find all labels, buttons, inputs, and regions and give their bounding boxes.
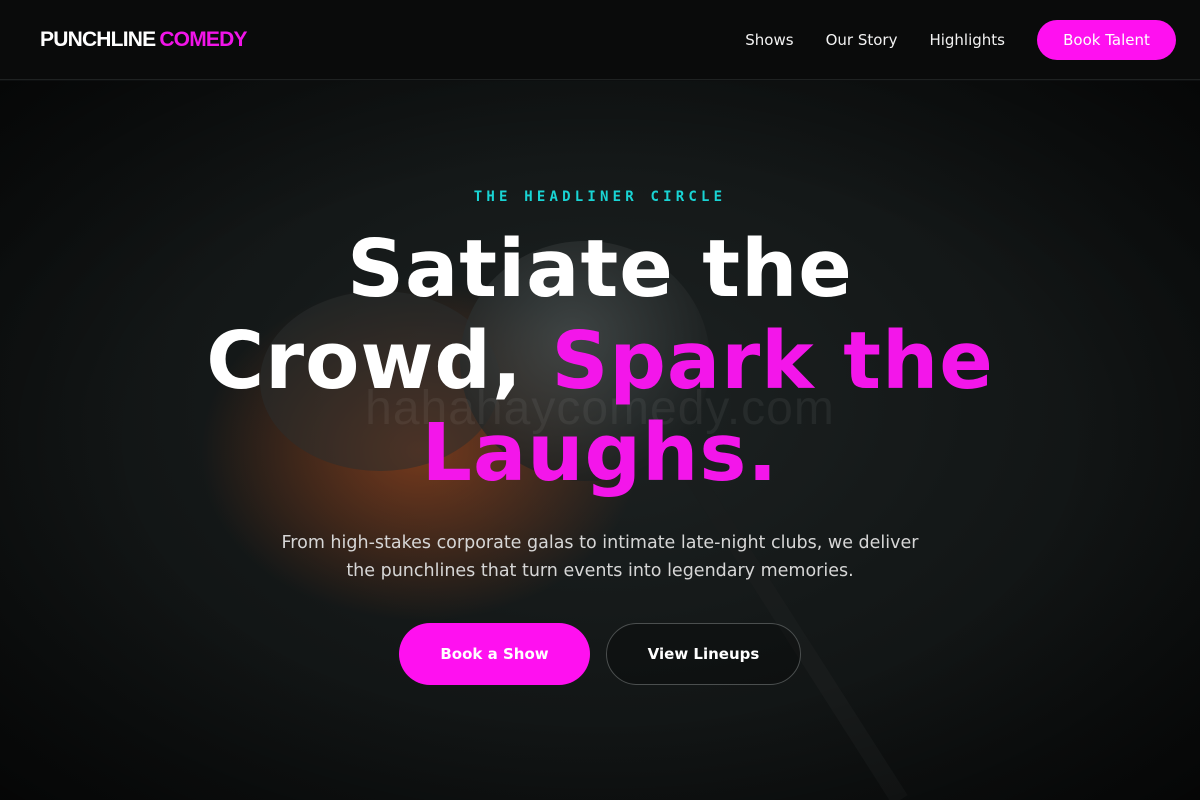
- book-a-show-button[interactable]: Book a Show: [399, 623, 590, 685]
- hero-content: THE HEADLINER CIRCLE Satiate the Crowd, …: [0, 81, 1200, 800]
- headline-line-1: Satiate the: [347, 223, 853, 315]
- brand-logo-word-1: PUNCHLINE: [40, 27, 156, 51]
- top-navbar: PUNCHLINE COMEDY Shows Our Story Highlig…: [0, 0, 1200, 80]
- view-lineups-button[interactable]: View Lineups: [606, 623, 801, 685]
- nav-links: Shows Our Story Highlights Book Talent: [745, 19, 1176, 60]
- hero-subtext: From high-stakes corporate galas to inti…: [281, 533, 919, 581]
- nav-link-highlights[interactable]: Highlights: [929, 31, 1005, 49]
- hero-eyebrow: THE HEADLINER CIRCLE: [473, 189, 727, 205]
- hero-actions: Book a Show View Lineups: [399, 623, 801, 685]
- nav-link-shows[interactable]: Shows: [745, 31, 793, 49]
- book-talent-button[interactable]: Book Talent: [1037, 19, 1176, 60]
- headline-line-2-pink: Spark the: [551, 315, 994, 407]
- brand-logo-word-2: COMEDY: [159, 27, 247, 51]
- brand-logo[interactable]: PUNCHLINE COMEDY: [40, 28, 247, 52]
- headline-line-2-white: Crowd,: [206, 315, 552, 407]
- hero-section: hahahaycomedy.com THE HEADLINER CIRCLE S…: [0, 81, 1200, 800]
- nav-link-our-story[interactable]: Our Story: [826, 31, 898, 49]
- hero-headline: Satiate the Crowd, Spark the Laughs.: [180, 223, 1020, 499]
- headline-line-3: Laughs.: [421, 407, 779, 499]
